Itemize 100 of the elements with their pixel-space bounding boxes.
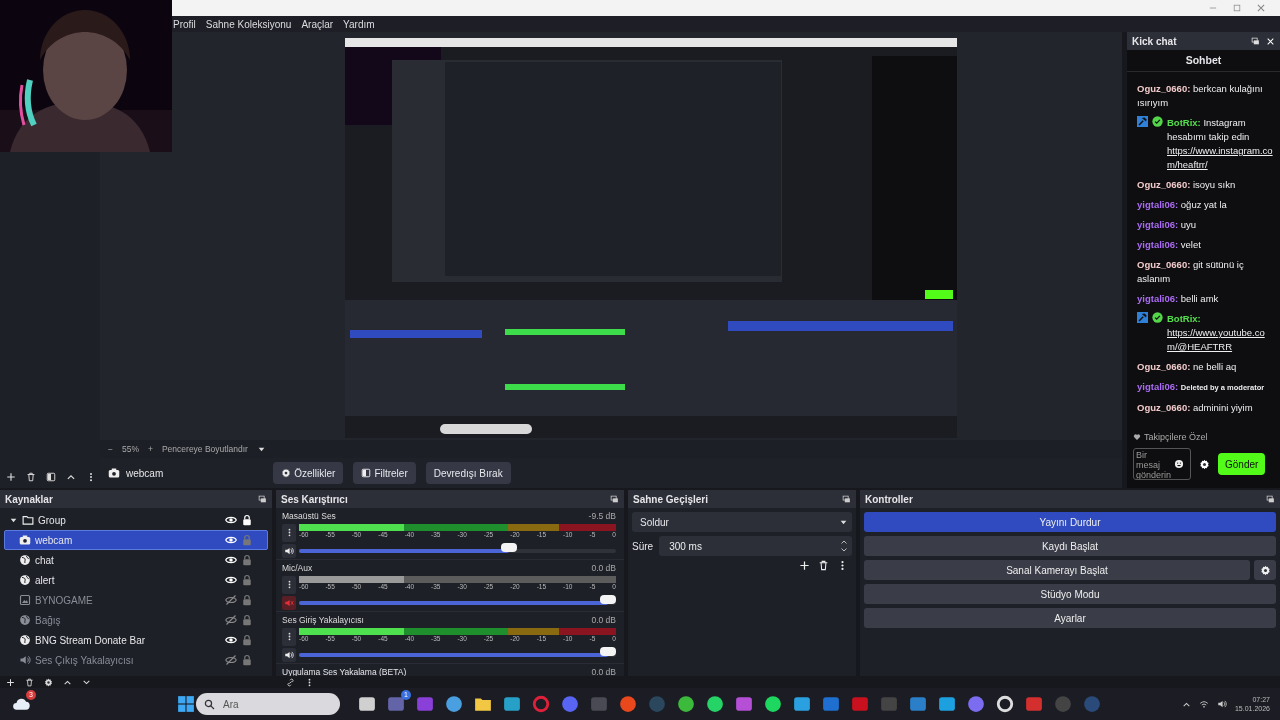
trash-icon[interactable]	[25, 677, 34, 687]
float-icon[interactable]	[1266, 494, 1275, 504]
eye-icon[interactable]	[225, 534, 237, 546]
moderator-badge-icon	[1137, 116, 1148, 127]
eye-icon[interactable]	[225, 514, 237, 526]
chat-message: yigtali06: velet	[1137, 239, 1201, 250]
volume-slider[interactable]	[299, 650, 616, 660]
menu-item[interactable]: Yardım	[343, 16, 375, 32]
menu-button[interactable]	[282, 575, 296, 594]
source-item[interactable]: BNG Stream Donate Bar	[4, 630, 268, 650]
eye-icon[interactable]	[225, 554, 237, 566]
menu-button[interactable]	[282, 627, 296, 646]
menu-item[interactable]: Araçlar	[301, 16, 334, 32]
source-item[interactable]: chat	[4, 550, 268, 570]
start-icon[interactable]	[177, 695, 195, 714]
menu-item[interactable]: Sahne Koleksiyonu	[205, 16, 292, 32]
float-icon[interactable]	[842, 494, 851, 504]
source-item[interactable]: alert	[4, 570, 268, 590]
chat-mode: Takipçilere Özel	[1144, 430, 1208, 444]
source-item[interactable]: Group	[4, 510, 268, 530]
settings-button[interactable]	[1254, 560, 1276, 580]
lock-icon[interactable]	[241, 514, 253, 526]
app-icon[interactable]	[706, 695, 724, 713]
source-item[interactable]: Bağış	[4, 610, 268, 630]
eye-slash-icon[interactable]	[225, 594, 237, 606]
app-icon[interactable]	[445, 695, 463, 713]
chat-message: Oguz_0660: adminini yiyim	[1137, 402, 1253, 413]
add-icon[interactable]	[6, 472, 16, 482]
volume-slider[interactable]	[299, 546, 616, 556]
mute-button[interactable]	[282, 647, 296, 662]
app-icon[interactable]	[938, 695, 956, 713]
app-icon[interactable]	[764, 695, 782, 713]
toolbar-button[interactable]: Özellikler	[273, 462, 344, 484]
float-icon[interactable]	[258, 494, 267, 504]
add-icon[interactable]	[799, 560, 810, 571]
link[interactable]: https://www.instagram.com/heaftrr/	[1167, 144, 1274, 172]
search-field[interactable]: Ara	[221, 695, 321, 713]
trash-icon[interactable]	[26, 472, 36, 482]
float-icon[interactable]	[1251, 36, 1260, 46]
speaker-icon[interactable]	[1216, 699, 1227, 709]
app-icon[interactable]	[677, 695, 695, 713]
up-icon[interactable]	[63, 677, 72, 687]
duration-box[interactable]: 300 ms	[659, 536, 852, 556]
source-label: Bağış	[35, 613, 62, 628]
source-item[interactable]: BYNOGAME	[4, 590, 268, 610]
duration-field[interactable]: 300 ms	[667, 537, 840, 555]
app-icon[interactable]	[358, 695, 376, 713]
app-icon[interactable]	[793, 695, 811, 713]
message-field[interactable]: Bir mesaj gönderin	[1134, 449, 1174, 479]
source-name: webcam	[126, 466, 164, 481]
filter-icon[interactable]	[46, 472, 56, 482]
transition-select[interactable]: Soldur	[632, 512, 852, 532]
search-box[interactable]: Ara	[196, 693, 340, 715]
scale-mode[interactable]: Pencereye Boyutlandır	[161, 442, 248, 456]
chevron-up-icon[interactable]	[1181, 699, 1191, 709]
globe-icon	[19, 554, 31, 566]
send-button[interactable]: Gönder	[1218, 453, 1266, 475]
image-icon	[19, 594, 31, 606]
message-box[interactable]: Bir mesaj gönderin	[1133, 448, 1191, 480]
link-icon[interactable]	[286, 677, 295, 687]
settings-icon[interactable]	[1199, 458, 1210, 470]
menu-item[interactable]: Profil	[173, 16, 196, 32]
emoji-icon[interactable]	[1174, 459, 1184, 469]
control-button[interactable]: Kaydı Başlat	[864, 536, 1276, 556]
source-label: Group	[38, 513, 67, 528]
folder-icon[interactable]	[474, 695, 492, 713]
filter-icon	[361, 468, 372, 478]
volume-reading: 0.0 dB	[591, 614, 616, 627]
control-button[interactable]: Sanal Kamerayı Başlat	[864, 560, 1250, 580]
volume-slider[interactable]	[299, 598, 616, 608]
add-icon[interactable]	[6, 677, 15, 687]
up-icon[interactable]	[66, 472, 76, 482]
link[interactable]: https://www.youtube.com/@HEAFTRR	[1167, 326, 1274, 354]
spin-up-icon[interactable]	[840, 538, 848, 546]
control-button[interactable]: Ayarlar	[864, 608, 1276, 628]
eye-slash-icon[interactable]	[225, 654, 237, 666]
control-button[interactable]: Stüdyo Modu	[864, 584, 1276, 604]
zoom-in-button[interactable]: +	[148, 442, 153, 456]
zoom-out-button[interactable]: −	[108, 442, 113, 456]
wifi-icon[interactable]	[1198, 699, 1209, 709]
menu-button[interactable]	[282, 523, 296, 542]
app-icon[interactable]	[503, 695, 521, 713]
eye-icon[interactable]	[225, 634, 237, 646]
control-button[interactable]: Yayını Durdur	[864, 512, 1276, 532]
eye-slash-icon[interactable]	[225, 614, 237, 626]
gear-icon[interactable]	[44, 677, 53, 687]
float-icon[interactable]	[610, 494, 619, 504]
dock-title: Ses Karıştırıcı	[281, 492, 348, 507]
spin-down-icon[interactable]	[840, 546, 848, 554]
source-item[interactable]: Ses Çıkış Yakalayıcısı	[4, 650, 268, 670]
source-item[interactable]: webcam	[4, 530, 268, 550]
trash-icon[interactable]	[818, 560, 829, 571]
speaker-icon	[19, 654, 31, 666]
toolbar-button[interactable]: Filtreler	[353, 462, 416, 484]
verified-badge-icon	[1152, 116, 1163, 127]
eye-icon[interactable]	[225, 574, 237, 586]
source-label: chat	[35, 553, 55, 568]
toolbar-button[interactable]: Devredışı Bırak	[425, 462, 511, 484]
chat-message: yigtali06: oğuz yat la	[1137, 199, 1227, 210]
mute-button[interactable]	[282, 543, 296, 558]
